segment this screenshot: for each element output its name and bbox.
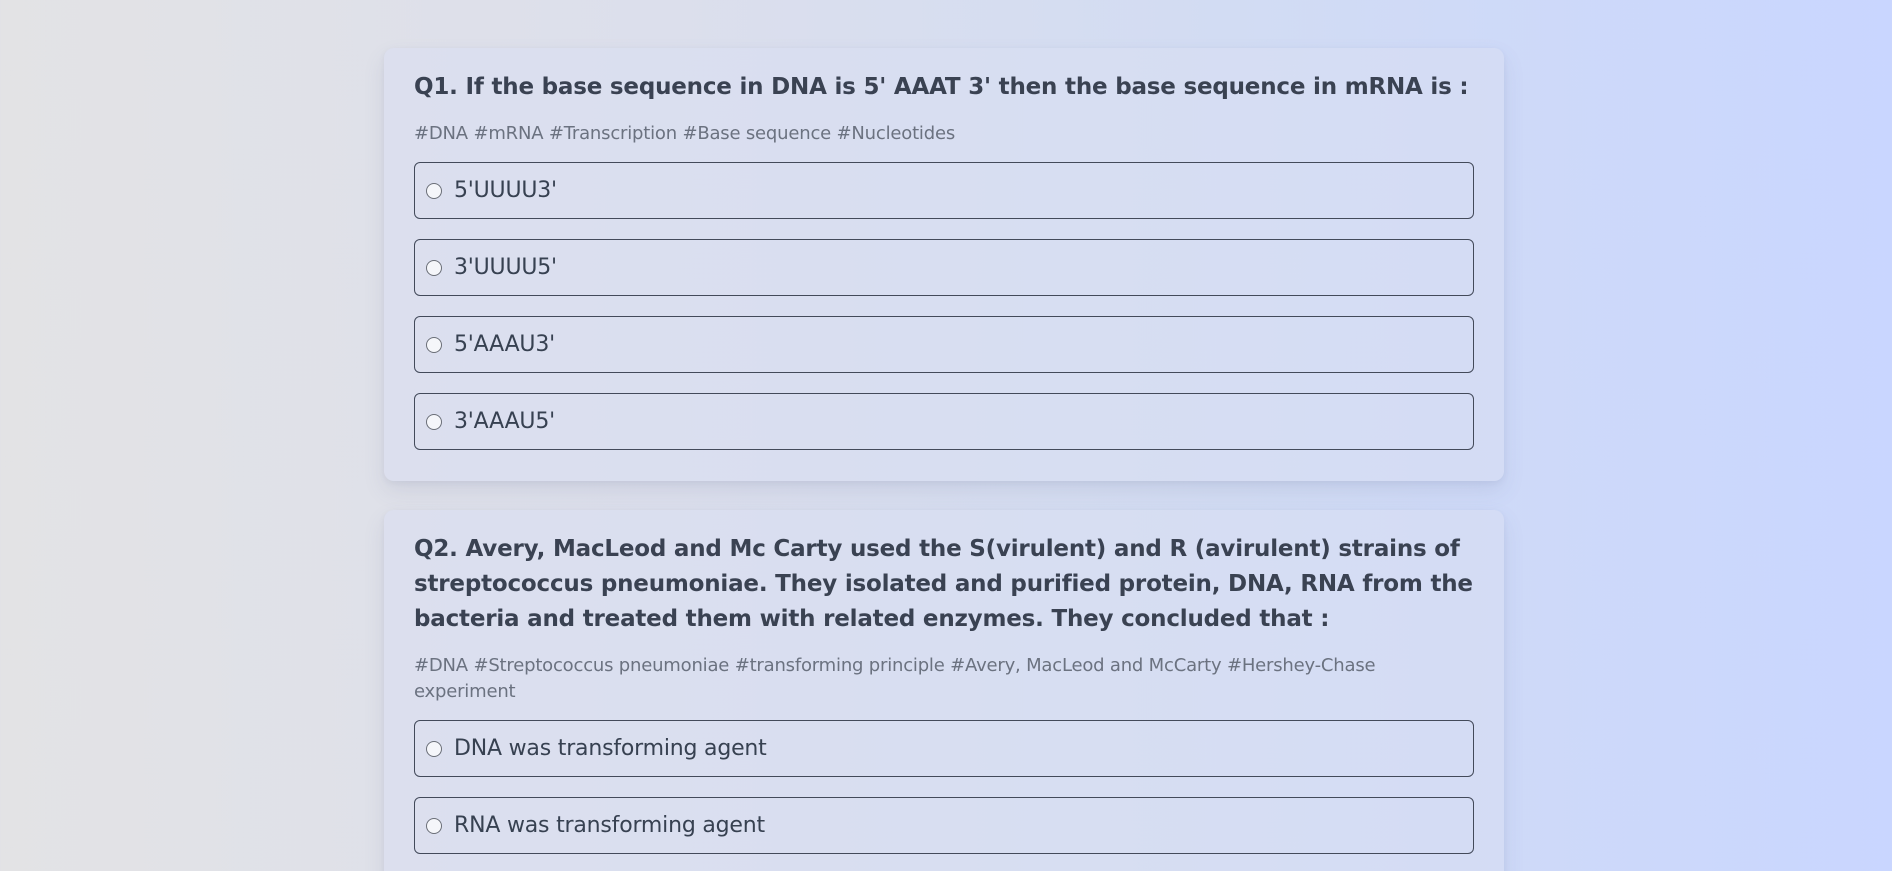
option-label: RNA was transforming agent [454, 813, 765, 838]
radio-icon[interactable] [426, 182, 442, 199]
option-3[interactable]: 5'AAAU3' [414, 316, 1474, 373]
question-tags: #DNA #Streptococcus pneumoniae #transfor… [414, 655, 1376, 702]
option-2[interactable]: RNA was transforming agent [414, 797, 1474, 854]
option-label: 5'AAAU3' [454, 332, 555, 357]
option-label: DNA was transforming agent [454, 736, 767, 761]
option-2[interactable]: 3'UUUU5' [414, 239, 1474, 296]
option-label: 5'UUUU3' [454, 178, 557, 203]
question-card-1: Q1. If the base sequence in DNA is 5' AA… [384, 48, 1504, 481]
radio-icon[interactable] [426, 259, 442, 276]
option-label: 3'AAAU5' [454, 409, 555, 434]
quiz-list: Q1. If the base sequence in DNA is 5' AA… [384, 48, 1504, 871]
options-list: DNA was transforming agent RNA was trans… [414, 720, 1474, 854]
question-card-2: Q2. Avery, MacLeod and Mc Carty used the… [384, 510, 1504, 871]
option-label: 3'UUUU5' [454, 255, 557, 280]
option-4[interactable]: 3'AAAU5' [414, 393, 1474, 450]
radio-icon[interactable] [426, 740, 442, 757]
option-1[interactable]: DNA was transforming agent [414, 720, 1474, 777]
radio-icon[interactable] [426, 413, 442, 430]
question-title: Q1. If the base sequence in DNA is 5' AA… [414, 74, 1469, 100]
radio-icon[interactable] [426, 817, 442, 834]
radio-icon[interactable] [426, 336, 442, 353]
options-list: 5'UUUU3' 3'UUUU5' 5'AAAU3' 3'AAAU5' [414, 162, 1474, 450]
option-1[interactable]: 5'UUUU3' [414, 162, 1474, 219]
question-title: Q2. Avery, MacLeod and Mc Carty used the… [414, 536, 1473, 632]
question-tags: #DNA #mRNA #Transcription #Base sequence… [414, 123, 956, 144]
